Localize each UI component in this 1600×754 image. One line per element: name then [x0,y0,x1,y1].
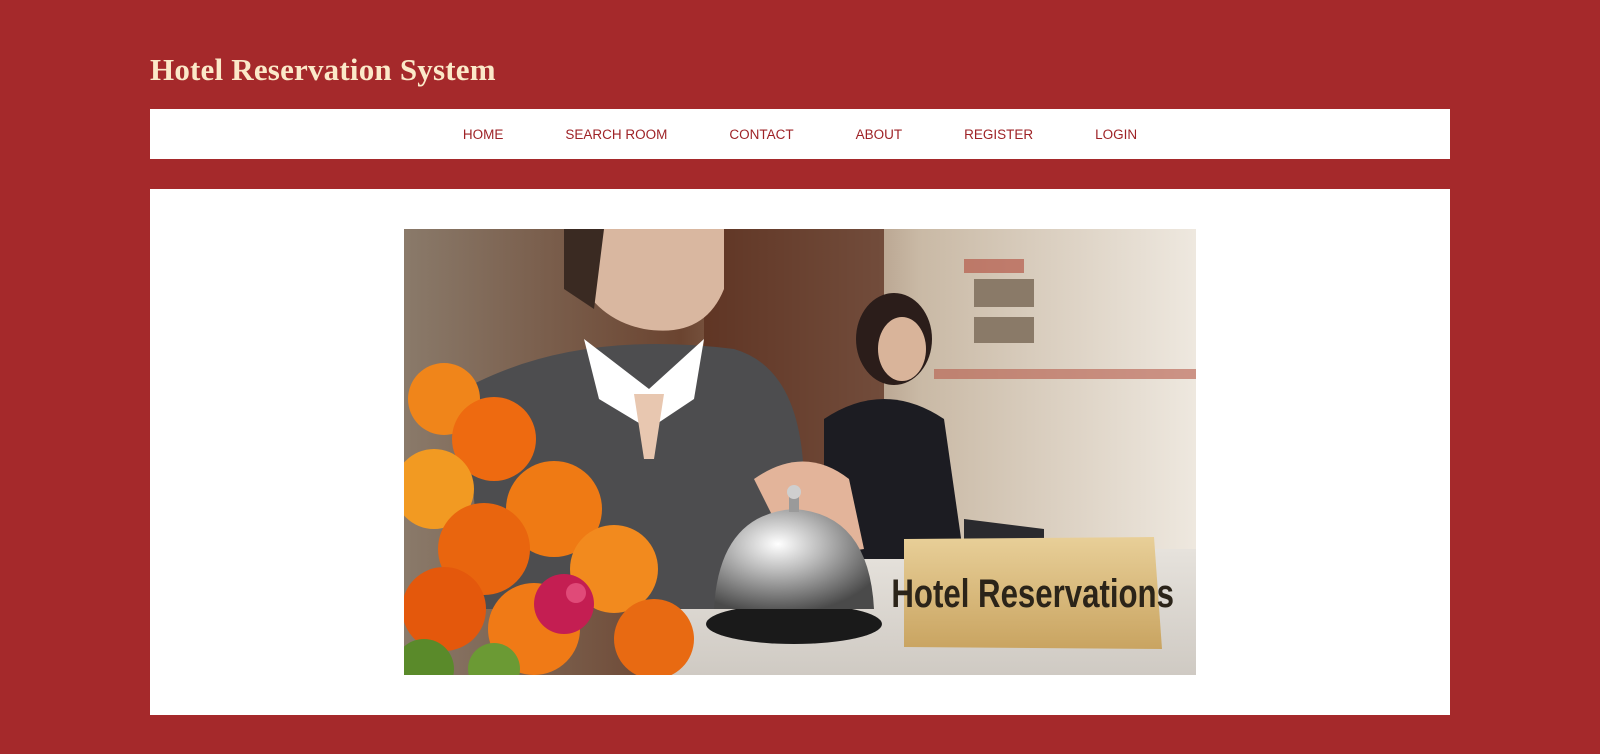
nav-contact-link[interactable]: CONTACT [729,127,793,142]
main-nav: HOME SEARCH ROOM CONTACT ABOUT REGISTER … [150,109,1450,159]
nav-search-room-link[interactable]: SEARCH ROOM [565,127,667,142]
site-title: Hotel Reservation System [150,52,496,87]
hero-image: Hotel Reservations [404,229,1196,675]
content-panel: Hotel Reservations [150,189,1450,715]
nav-home-link[interactable]: HOME [463,127,504,142]
nav-register-link[interactable]: REGISTER [964,127,1033,142]
nav-login-link[interactable]: LOGIN [1095,127,1137,142]
nav-about-link[interactable]: ABOUT [856,127,903,142]
hero-sign-text: Hotel Reservations [891,571,1174,616]
